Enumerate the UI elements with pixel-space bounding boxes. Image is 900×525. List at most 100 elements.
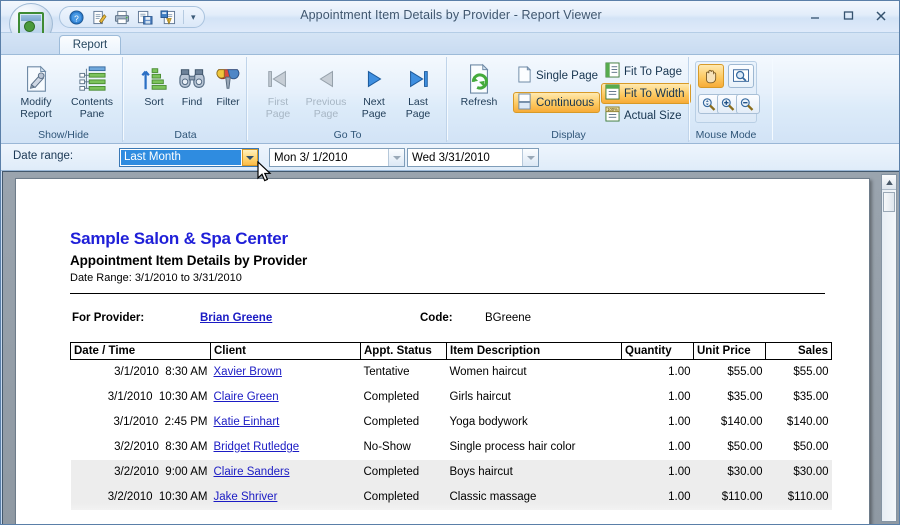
cell-unit-price: $140.00	[720, 416, 763, 428]
cell-sales: $35.00	[793, 391, 829, 403]
single-page-label: Single Page	[536, 69, 599, 82]
scrollbar-thumb[interactable]	[883, 192, 895, 212]
group-label-data: Data	[174, 129, 197, 141]
next-page-label-1: Next	[363, 96, 385, 108]
previous-page-label-1: Previous	[305, 96, 347, 108]
modify-report-label-2: Report	[20, 107, 52, 120]
filter-button[interactable]: Filter	[203, 61, 253, 125]
cell-date: 3/2/2010	[107, 491, 153, 503]
continuous-toggle[interactable]: Continuous	[513, 92, 601, 113]
cell-item: Single process hair color	[449, 441, 576, 453]
cell-date: 3/2/2010	[114, 441, 159, 453]
client-link[interactable]: Xavier Brown	[214, 366, 282, 378]
actual-size-toggle[interactable]: 100% Actual Size	[601, 105, 688, 126]
vertical-scrollbar[interactable]	[881, 174, 897, 522]
cell-time: 9:00 AM	[165, 466, 208, 478]
contents-pane-button[interactable]: Contents Pane	[61, 61, 123, 125]
first-page-icon	[265, 61, 291, 97]
scroll-up-arrow[interactable]	[882, 175, 896, 190]
cell-time: 10:30 AM	[158, 491, 208, 503]
print-icon[interactable]	[112, 8, 132, 26]
column-header-unit-price[interactable]: Unit Price	[693, 342, 766, 360]
document-viewport[interactable]: Sample Salon & Spa Center Appointment It…	[2, 171, 899, 524]
single-page-toggle[interactable]: Single Page	[513, 65, 604, 86]
cell-status: Completed	[363, 391, 420, 403]
date-range-dropdown-arrow[interactable]	[242, 149, 258, 166]
cell-item: Girls haircut	[449, 391, 511, 403]
modify-report-button[interactable]: Modify Report	[5, 61, 67, 125]
end-date-dropdown-arrow[interactable]	[522, 149, 538, 166]
save-as-icon[interactable]	[135, 8, 155, 26]
zoom-out-button[interactable]	[736, 94, 760, 114]
cell-status: Tentative	[363, 366, 410, 379]
column-header-quantity[interactable]: Quantity	[621, 342, 694, 360]
cell-date: 3/2/2010	[114, 466, 159, 478]
qat-separator	[183, 10, 184, 24]
zoom-select-tool[interactable]	[728, 64, 754, 88]
column-header-client[interactable]: Client	[210, 342, 361, 360]
contents-pane-label-2: Pane	[79, 107, 105, 120]
modify-report-icon	[21, 61, 51, 97]
next-page-button[interactable]: Next Page	[351, 61, 397, 125]
fit-to-width-label: Fit To Width	[624, 87, 685, 100]
minimize-button[interactable]	[803, 6, 827, 25]
client-link[interactable]: Jake Shriver	[214, 491, 278, 503]
ribbon-group-display: Refresh Single Page Continuous Fit To Pa…	[449, 57, 691, 142]
date-range-select[interactable]: Last Month	[119, 148, 259, 167]
refresh-button[interactable]: Refresh	[453, 61, 505, 125]
export-icon[interactable]: !	[158, 8, 178, 26]
column-header-date-time[interactable]: Date / Time	[70, 342, 211, 360]
fit-to-width-toggle[interactable]: Fit To Width	[601, 83, 691, 104]
cell-date: 3/1/2010	[107, 391, 153, 403]
pan-hand-tool[interactable]	[698, 64, 724, 88]
last-page-button[interactable]: Last Page	[395, 61, 441, 125]
cell-unit-price: $110.00	[693, 484, 766, 510]
single-page-icon	[517, 65, 532, 86]
start-date-dropdown-arrow[interactable]	[388, 149, 404, 166]
ribbon: Modify Report Contents Pane Show/Hide So…	[1, 54, 899, 144]
end-date-select[interactable]: Wed 3/31/2010	[407, 148, 539, 167]
column-header-appt-status[interactable]: Appt. Status	[360, 342, 447, 360]
refresh-label: Refresh	[460, 96, 498, 108]
previous-page-button[interactable]: Previous Page	[301, 61, 351, 125]
tab-report[interactable]: Report	[59, 35, 121, 55]
report-company-name: Sample Salon & Spa Center	[70, 229, 288, 248]
first-page-label-2: Page	[265, 107, 291, 120]
cell-time: 8:30 AM	[165, 366, 208, 379]
ribbon-tab-strip: Report	[1, 33, 899, 55]
report-viewer-window: Appointment Item Details by Provider - R…	[0, 0, 900, 525]
provider-label: For Provider:	[72, 312, 145, 324]
fit-to-page-icon	[605, 62, 620, 81]
cell-status: No-Show	[363, 441, 411, 453]
modify-report-icon[interactable]	[89, 8, 109, 26]
table-row: 3/2/2010 10:30 AM Jake Shriver Completed…	[70, 484, 832, 510]
date-range-bar: Date range: Last Month Mon 3/ 1/2010 Wed…	[1, 144, 899, 171]
cell-sales: $110.00	[765, 484, 832, 510]
client-link[interactable]: Claire Sanders	[214, 466, 290, 478]
column-header-sales[interactable]: Sales	[765, 342, 832, 360]
fit-to-page-toggle[interactable]: Fit To Page	[601, 61, 688, 82]
client-link[interactable]: Katie Einhart	[214, 416, 280, 428]
cell-unit-price: $35.00	[727, 391, 763, 403]
client-link[interactable]: Bridget Rutledge	[214, 441, 300, 453]
cell-unit-price: $50.00	[727, 441, 763, 453]
date-range-value: Last Month	[121, 150, 241, 165]
report-page: Sample Salon & Spa Center Appointment It…	[15, 178, 870, 524]
cell-quantity: 1.00	[668, 416, 691, 428]
cell-item: Yoga bodywork	[449, 416, 528, 428]
code-label: Code:	[420, 312, 453, 324]
column-header-item-description[interactable]: Item Description	[446, 342, 622, 360]
close-button[interactable]	[869, 6, 893, 25]
report-date-range: Date Range: 3/1/2010 to 3/31/2010	[70, 272, 242, 284]
cell-sales: $50.00	[793, 441, 829, 453]
client-link[interactable]: Claire Green	[214, 391, 279, 403]
fit-to-page-label: Fit To Page	[624, 65, 682, 78]
provider-name-link[interactable]: Brian Greene	[200, 312, 272, 324]
qat-more-icon[interactable]: ▾	[189, 12, 198, 23]
filter-label: Filter	[216, 96, 240, 108]
first-page-button[interactable]: First Page	[255, 61, 301, 125]
help-icon[interactable]: ?	[66, 8, 86, 26]
last-page-icon	[405, 61, 431, 97]
start-date-select[interactable]: Mon 3/ 1/2010	[269, 148, 405, 167]
maximize-button[interactable]	[836, 6, 860, 25]
